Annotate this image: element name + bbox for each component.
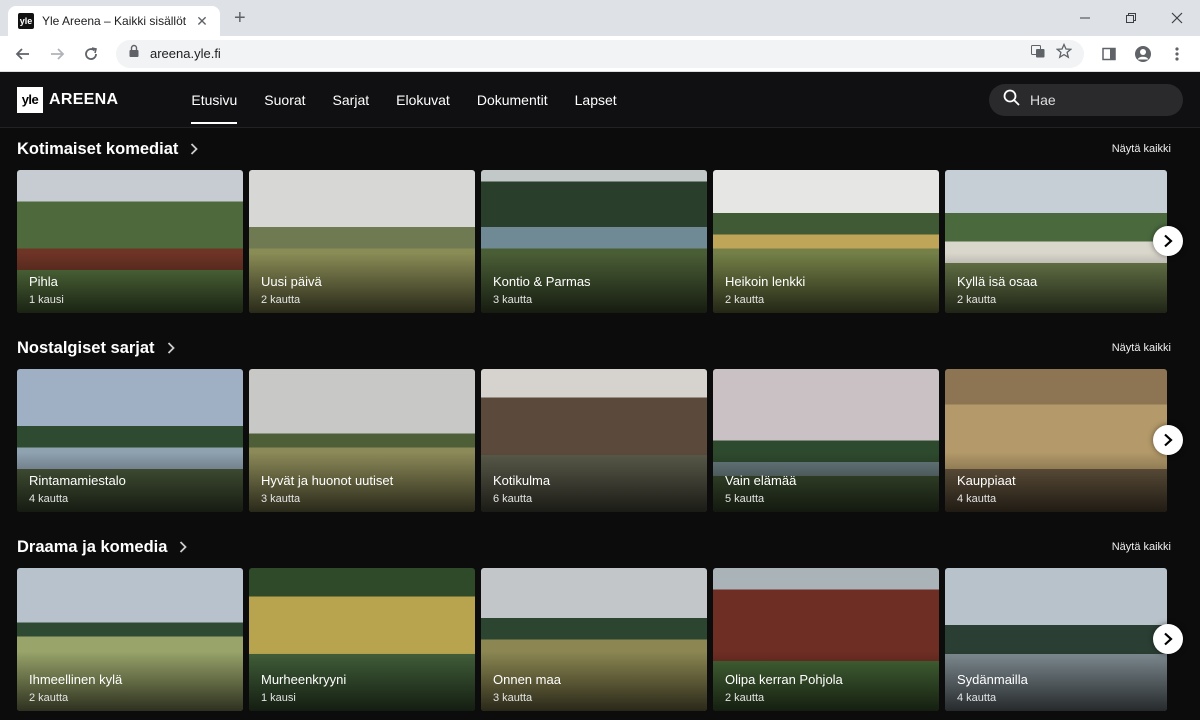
series-card[interactable]: Onnen maa 3 kautta <box>481 568 707 711</box>
card-title: Kontio & Parmas <box>493 274 591 289</box>
menu-kebab-icon[interactable] <box>1162 39 1192 69</box>
series-card[interactable]: Pihla 1 kausi <box>17 170 243 313</box>
nav-elokuvat[interactable]: Elokuvat <box>396 72 450 128</box>
row-title[interactable]: Kotimaiset komediat <box>17 140 178 159</box>
restore-icon[interactable] <box>1108 0 1154 36</box>
tab-title: Yle Areena – Kaikki sisällöt | Areena <box>42 14 186 28</box>
yle-favicon-icon: yle <box>18 13 34 29</box>
translate-icon[interactable] <box>1030 43 1046 64</box>
card-title: Pihla <box>29 274 58 289</box>
card-seasons: 5 kautta <box>725 493 765 505</box>
chevron-right-icon[interactable] <box>190 143 199 155</box>
search-placeholder: Hae <box>1030 91 1056 108</box>
back-arrow-icon[interactable] <box>8 39 38 69</box>
card-title: Kyllä isä osaa <box>957 274 1038 289</box>
show-all-link[interactable]: Näytä kaikki <box>1112 143 1171 155</box>
card-seasons: 2 kautta <box>725 294 765 306</box>
new-tab-icon[interactable]: + <box>234 7 246 30</box>
window-controls <box>1062 0 1200 36</box>
main-content: Kotimaiset komediat Näytä kaikki Pihla 1 … <box>0 128 1200 720</box>
chevron-right-icon[interactable] <box>179 541 188 553</box>
card-title: Kauppiaat <box>957 473 1016 488</box>
content-row: Draama ja komedia Näytä kaikki Ihmeellin… <box>17 526 1183 720</box>
series-card[interactable]: Olipa kerran Pohjola 2 kautta <box>713 568 939 711</box>
card-seasons: 4 kautta <box>29 493 69 505</box>
card-seasons: 2 kautta <box>29 692 69 704</box>
series-card[interactable]: Kotikulma 6 kautta <box>481 369 707 512</box>
series-card[interactable]: Kontio & Parmas 3 kautta <box>481 170 707 313</box>
card-title: Onnen maa <box>493 672 561 687</box>
card-seasons: 1 kausi <box>261 692 296 704</box>
series-card[interactable]: Heikoin lenkki 2 kautta <box>713 170 939 313</box>
minimize-icon[interactable] <box>1062 0 1108 36</box>
carousel-next-icon[interactable] <box>1153 624 1183 654</box>
series-card[interactable]: Hyvät ja huonot uutiset 3 kautta <box>249 369 475 512</box>
site-header: yle AREENA Etusivu Suorat Sarjat Elokuva… <box>0 72 1200 128</box>
card-title: Heikoin lenkki <box>725 274 806 289</box>
series-card[interactable]: Sydänmailla 4 kautta <box>945 568 1167 711</box>
card-seasons: 4 kautta <box>957 493 997 505</box>
card-title: Uusi päivä <box>261 274 322 289</box>
nav-lapset[interactable]: Lapset <box>575 72 617 128</box>
profile-avatar-icon[interactable] <box>1128 39 1158 69</box>
chevron-right-icon[interactable] <box>167 342 175 354</box>
card-seasons: 4 kautta <box>957 692 997 704</box>
card-title: Rintamamiestalo <box>29 473 126 488</box>
close-window-icon[interactable] <box>1154 0 1200 36</box>
browser-tab[interactable]: yle Yle Areena – Kaikki sisällöt | Areen… <box>8 6 220 36</box>
show-all-link[interactable]: Näytä kaikki <box>1112 541 1171 553</box>
row-title[interactable]: Nostalgiset sarjat <box>17 339 155 358</box>
card-title: Hyvät ja huonot uutiset <box>261 473 394 488</box>
nav-suorat[interactable]: Suorat <box>264 72 305 128</box>
reload-icon[interactable] <box>76 39 106 69</box>
card-seasons: 3 kautta <box>493 692 533 704</box>
series-card[interactable]: Vain elämää 5 kautta <box>713 369 939 512</box>
browser-toolbar: areena.yle.fi <box>0 36 1200 72</box>
content-row: Kotimaiset komediat Näytä kaikki Pihla 1 … <box>17 128 1183 327</box>
series-card[interactable]: Kauppiaat 4 kautta <box>945 369 1167 512</box>
side-panel-icon[interactable] <box>1094 39 1124 69</box>
series-card[interactable]: Murheenkryyni 1 kausi <box>249 568 475 711</box>
series-card[interactable]: Uusi päivä 2 kautta <box>249 170 475 313</box>
card-title: Kotikulma <box>493 473 551 488</box>
card-seasons: 2 kautta <box>261 294 301 306</box>
show-all-link[interactable]: Näytä kaikki <box>1112 342 1171 354</box>
nav-dokumentit[interactable]: Dokumentit <box>477 72 548 128</box>
card-seasons: 3 kautta <box>493 294 533 306</box>
card-title: Murheenkryyni <box>261 672 347 687</box>
main-nav: Etusivu Suorat Sarjat Elokuvat Dokumenti… <box>191 72 617 128</box>
series-card[interactable]: Kyllä isä osaa 2 kautta <box>945 170 1167 313</box>
card-seasons: 3 kautta <box>261 493 301 505</box>
card-title: Ihmeellinen kylä <box>29 672 123 687</box>
carousel-next-icon[interactable] <box>1153 425 1183 455</box>
series-card[interactable]: Rintamamiestalo 4 kautta <box>17 369 243 512</box>
row-title[interactable]: Draama ja komedia <box>17 538 167 557</box>
content-row: Nostalgiset sarjat Näytä kaikki Rintamam… <box>17 327 1183 526</box>
card-seasons: 1 kausi <box>29 294 64 306</box>
yle-logo-box: yle <box>17 86 43 113</box>
search-icon <box>1003 89 1020 111</box>
card-seasons: 6 kautta <box>493 493 533 505</box>
carousel-next-icon[interactable] <box>1153 226 1183 256</box>
card-seasons: 2 kautta <box>725 692 765 704</box>
areena-logo[interactable]: yle AREENA <box>17 86 119 113</box>
url-text[interactable]: areena.yle.fi <box>150 46 1020 61</box>
nav-etusivu[interactable]: Etusivu <box>191 72 237 128</box>
card-title: Vain elämää <box>725 473 797 488</box>
bookmark-star-icon[interactable] <box>1055 42 1073 64</box>
forward-arrow-icon[interactable] <box>42 39 72 69</box>
browser-tabbar: yle Yle Areena – Kaikki sisällöt | Areen… <box>0 0 1200 36</box>
card-seasons: 2 kautta <box>957 294 997 306</box>
lock-icon[interactable] <box>128 44 140 63</box>
tab-close-icon[interactable]: ✕ <box>194 13 210 30</box>
areena-logo-text: AREENA <box>49 90 119 108</box>
address-bar[interactable]: areena.yle.fi <box>116 39 1084 68</box>
card-title: Sydänmailla <box>957 672 1028 687</box>
nav-sarjat[interactable]: Sarjat <box>333 72 370 128</box>
card-title: Olipa kerran Pohjola <box>725 672 843 687</box>
series-card[interactable]: Ihmeellinen kylä 2 kautta <box>17 568 243 711</box>
search-input[interactable]: Hae <box>989 83 1183 116</box>
